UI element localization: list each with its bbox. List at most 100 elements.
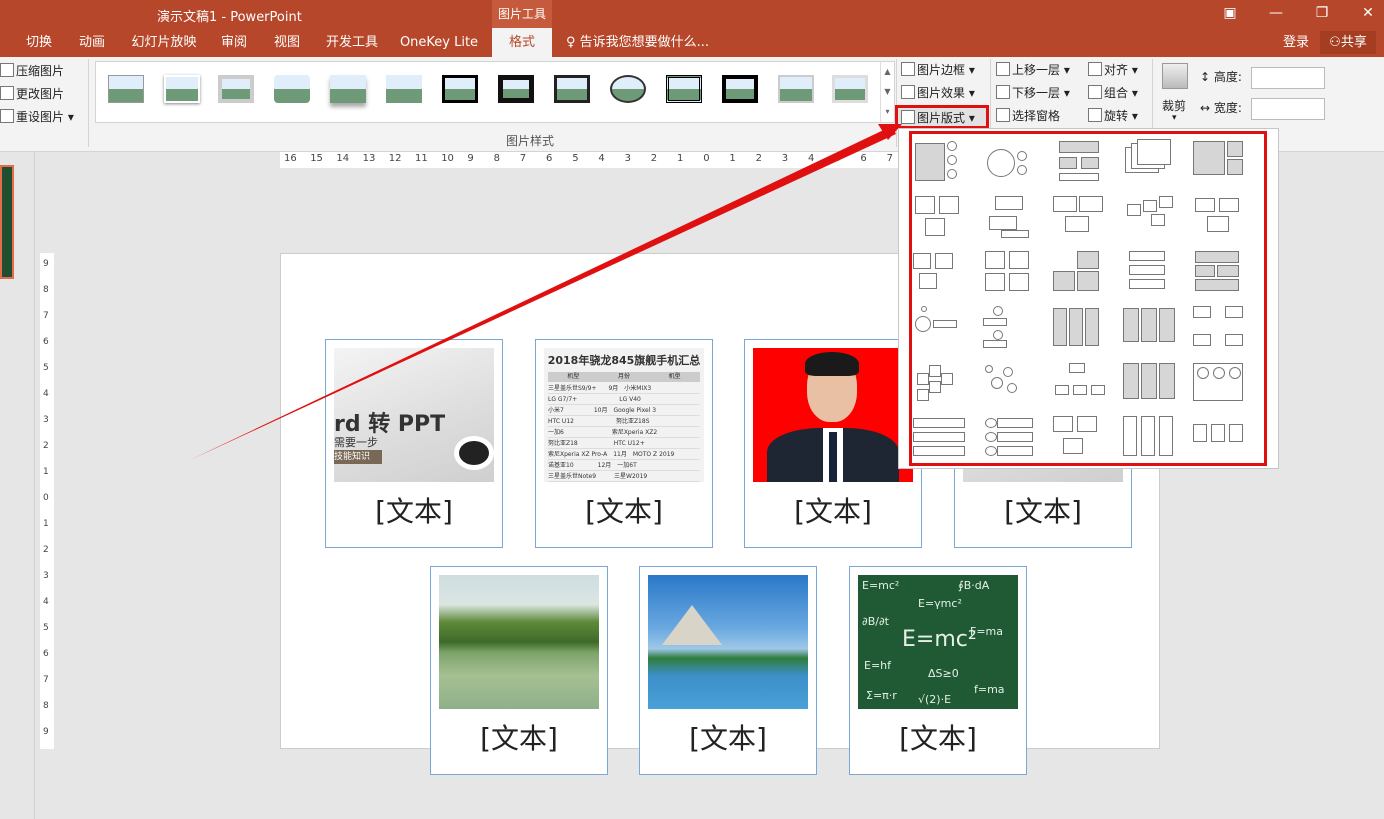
change-picture-button[interactable]: 更改图片 [0,84,64,104]
share-button[interactable]: ⚇共享 [1320,31,1376,54]
reset-picture-button[interactable]: 重设图片 ▾ [0,107,74,127]
dropdown-arrow-icon: ▾ [1128,109,1138,123]
picture-style-thumb[interactable] [828,71,872,109]
card-caption[interactable]: [文本] [536,490,712,530]
card-caption[interactable]: [文本] [850,717,1026,757]
gallery-more-icon[interactable]: ▾ [885,107,889,116]
crop-button[interactable]: 裁剪 ▾ [1160,63,1192,123]
ruler-tick-label: 13 [362,153,376,164]
bring-forward-icon [996,62,1010,76]
picture-style-thumb[interactable] [270,71,314,109]
tab-animations[interactable]: 动画 [68,28,116,57]
ruler-tick-label: 6 [546,153,553,164]
rotate-button[interactable]: 旋转 ▾ [1088,106,1138,126]
send-backward-button[interactable]: 下移一层 ▾ [996,83,1070,103]
ruler-tick-label: 7 [43,311,49,321]
landscape-icon [330,75,366,103]
picture-style-thumb[interactable] [550,71,594,109]
ruler-tick-label: 2 [43,441,49,451]
restore-icon[interactable]: ❐ [1299,0,1345,28]
landscape-icon [610,75,646,103]
dropdown-arrow-icon: ▾ [965,111,975,125]
picture-card[interactable]: [文本] [744,339,922,548]
scroll-down-icon[interactable]: ▼ [884,87,890,96]
picture-style-thumb[interactable] [104,71,148,109]
share-label: 共享 [1340,35,1367,50]
ruler-tick-label: 1 [43,467,49,477]
picture-style-thumb[interactable] [214,71,258,109]
window-title: 演示文稿1 - PowerPoint [157,10,302,25]
tab-review[interactable]: 审阅 [210,28,258,57]
ruler-tick-label: 8 [43,701,49,711]
login-link[interactable]: 登录 [1283,28,1309,57]
layout-label: 图片版式 [917,111,966,125]
tab-slideshow[interactable]: 幻灯片放映 [124,28,204,57]
compress-label: 压缩图片 [16,64,65,78]
height-input[interactable] [1251,67,1325,89]
compress-pictures-button[interactable]: 压缩图片 [0,61,64,81]
tab-onekey-lite[interactable]: OneKey Lite [394,28,484,57]
ruler-tick-label: 0 [703,153,710,164]
picture-card[interactable]: E=mc² E=mc² ∮B·dA E=γmc² ∂B/∂t F=ma E=hf… [849,566,1027,775]
picture-layout-button[interactable]: 图片版式 ▾ [895,105,989,129]
card-caption[interactable]: [文本] [326,490,502,530]
selection-pane-button[interactable]: 选择窗格 [996,106,1060,126]
card-caption[interactable]: [文本] [955,490,1131,530]
selection-pane-icon [996,108,1010,122]
ruler-tick-label: 7 [43,675,49,685]
picture-style-thumb[interactable] [494,71,538,109]
picture-card[interactable]: 2018年骁龙845旗舰手机汇总 机型 月份 机型 三星盖乐世S9/9+ 9月 小米… [535,339,713,548]
ruler-tick-label: 5 [834,153,841,164]
picture-border-button[interactable]: 图片边框 ▾ [901,60,975,80]
ruler-tick-label: 5 [43,363,49,373]
tab-transitions[interactable]: 切换 [14,28,64,57]
ruler-tick-label: 1 [729,153,736,164]
picture-card[interactable]: [文本] [430,566,608,775]
table-photo-row: 诺基亚10 12月 一加6T [548,461,700,471]
card-caption[interactable]: [文本] [745,490,921,530]
picture-style-thumb[interactable] [160,71,204,109]
picture-style-thumb[interactable] [438,71,482,109]
picture-card[interactable]: rd 转 PPT 需要一步 技能知识 [文本] [325,339,503,548]
ruler-tick-label: 7 [519,153,527,164]
border-label: 图片边框 [917,63,966,77]
width-input[interactable] [1251,98,1325,120]
picture-styles-group-label: 图片样式 [506,134,555,148]
rotate-label: 旋转 [1104,109,1129,123]
temple-roof [662,605,722,645]
group-button[interactable]: 组合 ▾ [1088,83,1138,103]
picture-style-thumb[interactable] [718,71,762,109]
ruler-tick-label: 4 [43,389,49,399]
ruler-tick-label: 14 [336,153,350,164]
chalkboard-equation: E=γmc² [918,597,962,610]
send-backward-icon [996,85,1010,99]
scroll-up-icon[interactable]: ▲ [884,67,890,76]
card-caption[interactable]: [文本] [640,717,816,757]
tell-me-search[interactable]: ♀ 告诉我您想要做什么... [566,28,709,57]
landscape-icon [442,75,478,103]
ruler-tick-label: 1 [43,519,49,529]
chalkboard-equation: F=ma [970,625,1003,638]
slide-thumbnail[interactable] [0,165,14,279]
tab-format[interactable]: 格式 [492,28,552,57]
bring-forward-button[interactable]: 上移一层 ▾ [996,60,1070,80]
align-button[interactable]: 对齐 ▾ [1088,60,1138,80]
minimize-icon[interactable]: — [1253,0,1299,28]
close-icon[interactable]: ✕ [1345,0,1384,28]
picture-style-thumb[interactable] [606,71,650,109]
picture-effects-button[interactable]: 图片效果 ▾ [901,83,975,103]
card-caption[interactable]: [文本] [431,717,607,757]
layout-grid-highlight [909,131,1267,466]
picture-style-thumb[interactable] [326,71,370,109]
picture-style-thumb[interactable] [774,71,818,109]
office-photo: rd 转 PPT 需要一步 技能知识 [334,348,494,482]
tab-developer[interactable]: 开发工具 [318,28,386,57]
portrait-tie [829,432,837,482]
picture-style-thumb[interactable] [382,71,426,109]
ribbon-display-options-icon[interactable]: ▣ [1207,0,1253,28]
picture-style-thumb[interactable] [662,71,706,109]
picture-card[interactable]: [文本] [639,566,817,775]
tab-view[interactable]: 视图 [263,28,311,57]
ruler-tick-label: 8 [493,153,500,164]
gallery-scroll-bar[interactable]: ▲ ▼ ▾ [880,62,894,122]
